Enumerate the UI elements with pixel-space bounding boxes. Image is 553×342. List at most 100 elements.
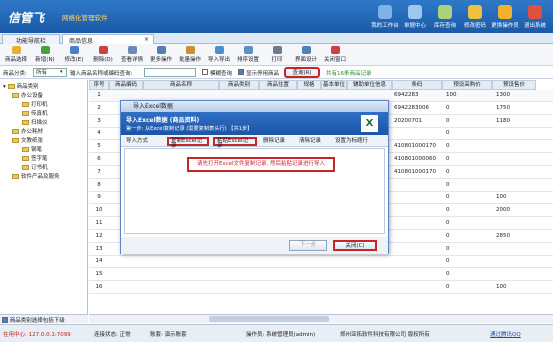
grid-header-3[interactable]: 商品类别: [219, 80, 259, 90]
show-disabled-checkbox[interactable]: [238, 69, 244, 75]
include-children-checkbox[interactable]: [2, 317, 8, 323]
tree-node-label-2: 传真机: [31, 111, 48, 117]
grid-header-2[interactable]: 商品名称: [143, 80, 219, 90]
topbar-button-2[interactable]: 库存查询: [430, 3, 460, 31]
top-banner: 信管飞 网络化管理软件 我的工作台 单据中心 库存查询 修改密码 更换操作员 退出系统: [0, 0, 553, 33]
tree-node-0[interactable]: 办公设备: [12, 91, 43, 99]
toolbar-button-3[interactable]: 删除(D): [89, 46, 117, 64]
main-toolbar: 商品选择 新增(N) 修改(E) 删除(D) 查看详情 更多操作 批量操作 导入导出 排序设置 打…: [0, 44, 553, 66]
grid-header-0[interactable]: 序号: [89, 80, 109, 90]
toolbar-icon-4: [127, 46, 137, 54]
row-number: 8: [97, 181, 101, 188]
scroll-thumb[interactable]: [209, 316, 329, 322]
purchase-price-cell: 0: [446, 207, 450, 214]
qq-link[interactable]: 通过腾讯QQ: [490, 330, 521, 338]
tree-root[interactable]: ▾ 商品类别: [3, 82, 39, 90]
grid-header-8[interactable]: 条码: [392, 80, 442, 90]
tree-node-1[interactable]: 打印机: [22, 100, 48, 108]
row-number: 9: [97, 194, 101, 201]
topbar-button-0[interactable]: 我的工作台: [370, 3, 400, 31]
toolbar-label-8: 排序设置: [236, 57, 259, 63]
dialog-tool-3[interactable]: 删除记录: [261, 137, 295, 146]
topbar-icon-5: [528, 5, 542, 19]
dialog-tool-1[interactable]: 复制Excel记录: [167, 137, 209, 149]
folder-icon: [22, 120, 29, 125]
toolbar-icon-6: [185, 46, 195, 54]
row-number: 13: [95, 245, 103, 252]
dialog-tool-2[interactable]: 粘贴Excel记录: [213, 137, 257, 149]
grid-header-4[interactable]: 商品住置: [259, 80, 297, 90]
row-number: 11: [95, 220, 103, 226]
purchase-price-cell: 0: [446, 271, 450, 278]
table-row[interactable]: 16 0 100: [89, 282, 553, 294]
tree-node-4[interactable]: 办公耗材: [12, 127, 43, 135]
chevron-down-icon[interactable]: ▾: [60, 69, 63, 75]
topbar-button-5[interactable]: 退出系统: [520, 3, 550, 31]
purchase-price-cell: 0: [446, 232, 450, 239]
horizontal-scrollbar[interactable]: [89, 314, 553, 323]
tab-function-nav[interactable]: 功能导航栏: [2, 34, 60, 45]
toolbar-button-8[interactable]: 排序设置: [234, 46, 262, 64]
tree-node-6[interactable]: 钢笔: [22, 145, 42, 153]
tree-node-2[interactable]: 传真机: [22, 109, 48, 117]
table-row[interactable]: 15 0: [89, 269, 553, 282]
fuzzy-query-checkbox[interactable]: [202, 69, 208, 75]
row-number: 6: [97, 156, 101, 162]
grid-header-10[interactable]: 预设售价: [492, 80, 536, 90]
toolbar-button-2[interactable]: 修改(E): [60, 46, 88, 64]
purchase-price-cell: 0: [446, 117, 450, 124]
tree-node-8[interactable]: 订书机: [22, 163, 48, 171]
grid-header-6[interactable]: 基本单位: [321, 80, 347, 90]
dialog-tool-4[interactable]: 清除记录: [297, 137, 331, 146]
toolbar-label-2: 修改(E): [64, 57, 84, 63]
tree-node-label-3: 扫描仪: [31, 120, 48, 126]
toolbar-label-10: 界面设计: [294, 57, 317, 63]
purchase-price-cell: 0: [446, 258, 450, 265]
toolbar-button-1[interactable]: 新增(N): [31, 46, 59, 64]
folder-icon: [22, 111, 29, 116]
close-tab-icon[interactable]: ×: [144, 36, 149, 43]
tree-node-3[interactable]: 扫描仪: [22, 118, 48, 126]
toolbar-icon-5: [156, 46, 166, 54]
query-button[interactable]: 查询(R): [284, 67, 320, 78]
toolbar-button-11[interactable]: 关闭窗口: [321, 46, 349, 64]
dialog-tool-0[interactable]: 导入方式: [124, 137, 164, 146]
topbar-button-4[interactable]: 更换操作员: [490, 3, 520, 31]
search-input[interactable]: [144, 68, 196, 77]
row-number: 12: [95, 232, 103, 239]
tree-root-label: 商品类别: [16, 84, 39, 90]
tree-node-9[interactable]: 软件产品及服务: [12, 172, 60, 180]
connection-status: 连接状态: 正常: [94, 332, 131, 338]
folder-icon: [12, 174, 19, 179]
toolbar-button-10[interactable]: 界面设计: [292, 46, 320, 64]
tree-node-5[interactable]: 文教纸张: [12, 136, 43, 144]
grid-header-1[interactable]: 商品编码: [109, 80, 143, 90]
grid-header-9[interactable]: 预设采购价: [442, 80, 492, 90]
tree-node-7[interactable]: 签字笔: [22, 154, 48, 162]
toolbar-button-9[interactable]: 打印: [263, 46, 291, 64]
toolbar-button-5[interactable]: 更多操作: [147, 46, 175, 64]
folder-icon: [7, 84, 15, 89]
online-status: 在用中心: 127.0.0.1:7099: [3, 332, 71, 338]
tree-node-label-1: 打印机: [31, 102, 48, 108]
toolbar-button-7[interactable]: 导入导出: [205, 46, 233, 64]
close-dialog-button[interactable]: 关闭(C): [333, 240, 377, 251]
toolbar-icon-11: [330, 46, 340, 54]
grid-header-7[interactable]: 辅助单位信息: [347, 80, 392, 90]
toolbar-button-0[interactable]: 商品选择: [2, 46, 30, 64]
next-step-button[interactable]: 下一步: [289, 240, 327, 251]
dialog-tool-5[interactable]: 设置为标题行: [333, 137, 385, 146]
excel-icon: X: [361, 115, 378, 132]
topbar-label-2: 库存查询: [433, 23, 456, 29]
topbar-button-1[interactable]: 单据中心: [400, 3, 430, 31]
topbar-button-3[interactable]: 修改密码: [460, 3, 490, 31]
grid-header-5[interactable]: 规格: [297, 80, 321, 90]
sale-price-cell: 100: [496, 194, 507, 201]
toolbar-label-6: 批量操作: [178, 57, 201, 63]
table-row[interactable]: 14 0: [89, 256, 553, 269]
toolbar-icon-8: [243, 46, 253, 54]
toolbar-button-4[interactable]: 查看详情: [118, 46, 146, 64]
toolbar-button-6[interactable]: 批量操作: [176, 46, 204, 64]
tab-product-info[interactable]: 商品信息 ×: [62, 34, 154, 45]
row-number: 4: [97, 130, 101, 137]
